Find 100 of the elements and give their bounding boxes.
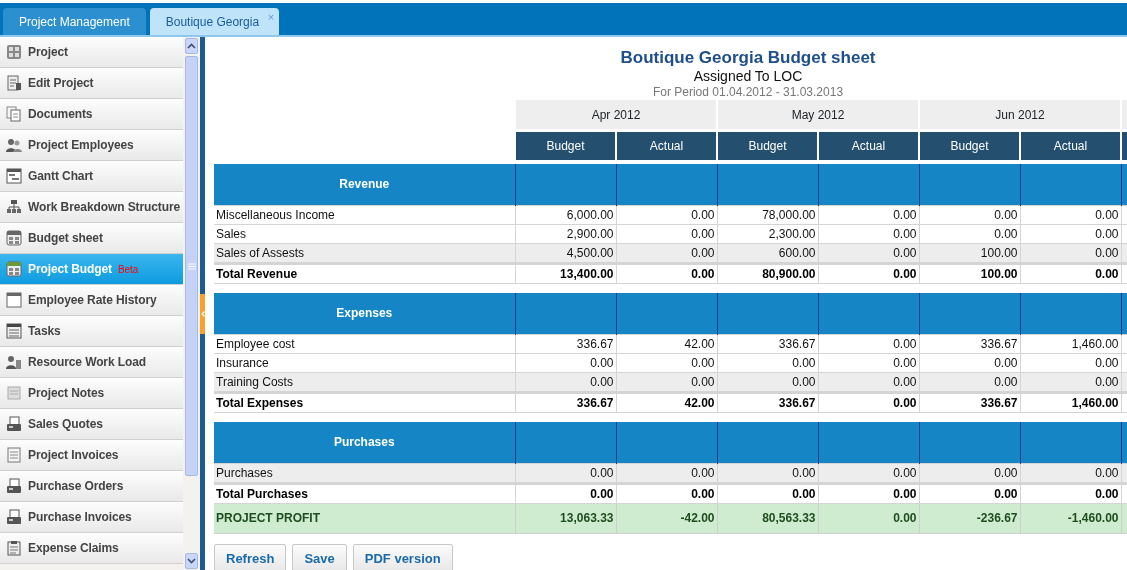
report-subtitle: Assigned To LOC <box>692 68 804 85</box>
item-label: Edit Project <box>28 75 94 92</box>
sidebar-item[interactable]: Tasks <box>0 316 183 347</box>
table-cell: 0.00 <box>1020 224 1122 243</box>
table-cell: -236.67 <box>919 503 1021 533</box>
table-cell: 0.00 <box>515 463 616 483</box>
table-cell: 0.00 <box>818 205 920 224</box>
table-cell: 80,563.33 <box>717 503 818 533</box>
table-cell: 1,460.00 <box>1020 334 1122 353</box>
item-label: Sales Quotes <box>28 416 103 433</box>
column-header: Jun 2012 <box>919 100 1122 129</box>
table-cell: 0.00 <box>616 263 717 283</box>
people-icon <box>6 354 22 370</box>
receipt-icon <box>6 478 22 494</box>
item-label: Work Breakdown Structure <box>28 199 181 216</box>
sidebar-item[interactable]: Purchase Invoices <box>0 502 183 533</box>
item-label: Purchase Invoices <box>28 509 132 526</box>
sidebar-item[interactable]: Sales Quotes <box>0 409 183 440</box>
table-cell: 336.67 <box>515 392 616 412</box>
receipt-icon <box>6 509 22 525</box>
action-button[interactable]: Save <box>292 543 347 570</box>
column-header: Apr 2012 <box>515 100 717 129</box>
chart-icon <box>6 168 22 184</box>
report-title: Boutique Georgia Budget sheet <box>619 48 877 68</box>
section-header: Expenses <box>214 293 515 334</box>
grid-icon <box>6 44 22 60</box>
sidebar-item[interactable]: Project Employees <box>0 130 183 161</box>
column-header: Actual <box>616 132 717 160</box>
sidebar-item[interactable]: Employee Rate History <box>0 285 183 316</box>
table-cell: 0.00 <box>1020 205 1122 224</box>
sidebar-item[interactable]: Purchase Orders <box>0 471 183 502</box>
sidebar-item[interactable]: Budget sheet <box>0 223 183 254</box>
sidebar-item[interactable]: Resource Work Load <box>0 347 183 378</box>
table-cell: 0.00 <box>818 392 920 412</box>
clipboard-icon <box>6 540 22 556</box>
table-cell: 0.00 <box>818 224 920 243</box>
item-label: Project Notes <box>28 385 105 402</box>
sidebar-item[interactable]: Project Notes <box>0 378 183 409</box>
action-button[interactable]: Refresh <box>214 543 287 570</box>
total-label: Total Expenses <box>214 392 515 412</box>
row-label: Insurance <box>214 353 515 372</box>
table-cell: 0.00 <box>919 463 1021 483</box>
table-cell: 1,460.00 <box>1020 392 1122 412</box>
sidebar-item[interactable]: Project <box>0 37 183 68</box>
row-label: Sales of Assests <box>214 243 515 263</box>
document-icon <box>6 75 22 91</box>
table-cell: 100.00 <box>919 263 1021 283</box>
item-label: Documents <box>28 106 93 123</box>
column-header: Budget <box>919 132 1021 160</box>
table-cell: 78,000.00 <box>717 205 818 224</box>
collapse-handle[interactable] <box>200 293 205 334</box>
table-cell: 0.00 <box>818 263 920 283</box>
table-cell: 2,300.00 <box>717 224 818 243</box>
sidebar-item[interactable]: Project Invoices <box>0 440 183 471</box>
item-label: Gantt Chart <box>28 168 93 185</box>
column-header: Budget <box>717 132 818 160</box>
sidebar-item[interactable]: Edit Project <box>0 68 183 99</box>
caret-up-icon <box>187 43 196 49</box>
table-cell: -1,460.00 <box>1020 503 1122 533</box>
item-label: Expense Claims <box>28 540 119 557</box>
note-icon <box>6 385 22 401</box>
receipt-icon <box>6 416 22 432</box>
table-cell: 0.00 <box>919 353 1021 372</box>
sidebar-item[interactable]: Gantt Chart <box>0 161 183 192</box>
tab[interactable]: Boutique Georgia × <box>149 8 280 35</box>
documents-icon <box>6 106 22 122</box>
document-icon <box>6 447 22 463</box>
table-cell: 42.00 <box>616 392 717 412</box>
table-cell: 336.67 <box>919 334 1021 353</box>
item-label: Project <box>28 44 68 61</box>
table-cell: 0.00 <box>616 463 717 483</box>
report-period: For Period 01.04.2012 - 31.03.2013 <box>651 85 845 99</box>
table-cell: 80,900.00 <box>717 263 818 283</box>
sidebar-item[interactable]: Work Breakdown Structure <box>0 192 183 223</box>
table-cell: 0.00 <box>717 463 818 483</box>
column-header: Actual <box>1020 132 1122 160</box>
sidebar-item[interactable]: Documents <box>0 99 183 130</box>
total-label: Total Revenue <box>214 263 515 283</box>
table-cell: 0.00 <box>818 334 920 353</box>
table-cell: 13,063.33 <box>515 503 616 533</box>
item-label: Project Budget <box>28 261 112 278</box>
table-cell: 6,000.00 <box>515 205 616 224</box>
people-icon <box>6 137 22 153</box>
action-button[interactable]: PDF version <box>352 543 453 570</box>
window-icon <box>6 292 22 308</box>
table-cell: 0.00 <box>818 463 920 483</box>
row-label: Purchases <box>214 463 515 483</box>
table-cell: -42.00 <box>616 503 717 533</box>
table-cell: 13,400.00 <box>515 263 616 283</box>
table-cell: 0.00 <box>1020 353 1122 372</box>
scroll-down-button[interactable] <box>185 553 198 569</box>
scrollbar-thumb[interactable] <box>185 56 198 476</box>
table-cell: 336.67 <box>515 334 616 353</box>
scroll-up-button[interactable] <box>185 38 198 54</box>
table-cell: 0.00 <box>717 353 818 372</box>
item-label: Employee Rate History <box>28 292 157 309</box>
sidebar-item[interactable]: Expense Claims <box>0 533 183 564</box>
table-cell: 0.00 <box>1020 263 1122 283</box>
table-cell: 0.00 <box>919 224 1021 243</box>
tab[interactable]: Project Management <box>3 8 146 35</box>
